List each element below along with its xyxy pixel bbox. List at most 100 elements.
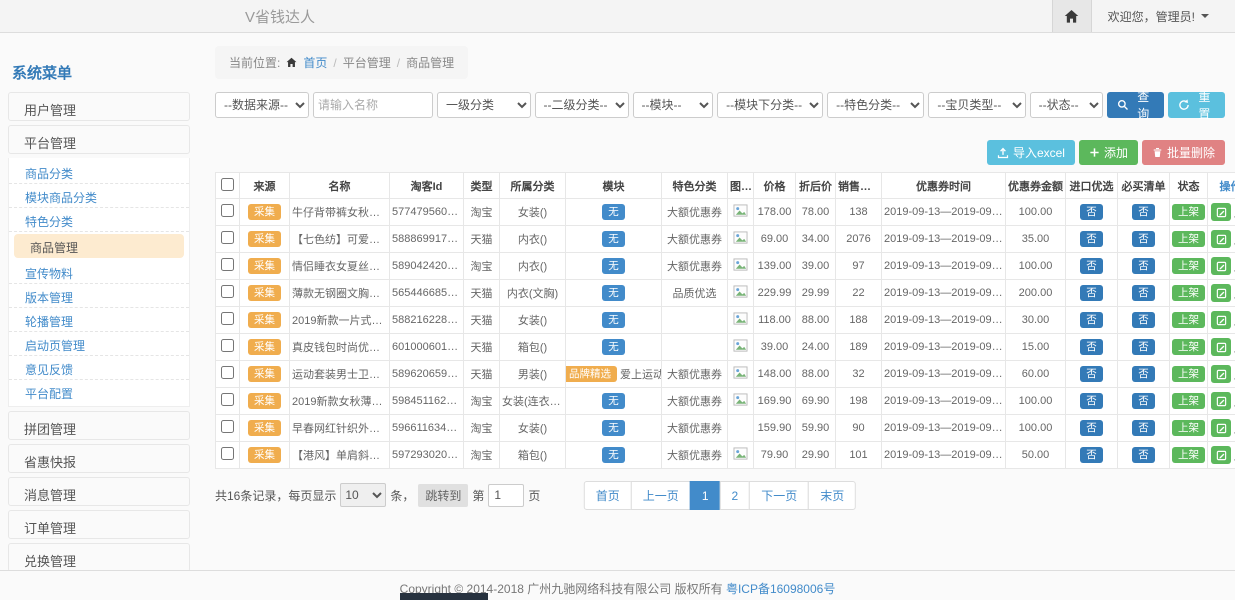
module-badge[interactable]: 无: [602, 204, 625, 221]
edit-button[interactable]: [1211, 419, 1231, 437]
import-excel-button[interactable]: 导入excel: [987, 140, 1075, 165]
row-checkbox[interactable]: [221, 339, 234, 352]
edit-button[interactable]: [1211, 284, 1231, 302]
status-button[interactable]: 上架: [1172, 312, 1205, 329]
filter-feature-select[interactable]: --特色分类--: [827, 92, 924, 118]
must-buy-toggle[interactable]: 否: [1132, 339, 1155, 356]
must-buy-toggle[interactable]: 否: [1132, 366, 1155, 383]
edit-button[interactable]: [1211, 311, 1231, 329]
status-button[interactable]: 上架: [1172, 339, 1205, 356]
edit-button[interactable]: [1211, 392, 1231, 410]
row-checkbox[interactable]: [221, 231, 234, 244]
reset-button[interactable]: 重置: [1168, 92, 1225, 118]
import-select-toggle[interactable]: 否: [1080, 258, 1103, 275]
must-buy-toggle[interactable]: 否: [1132, 447, 1155, 464]
module-badge[interactable]: 品牌精选: [566, 366, 618, 383]
sidebar-item-user-mgmt[interactable]: 用户管理: [8, 92, 190, 121]
row-checkbox[interactable]: [221, 285, 234, 298]
sidebar-item-goods-mgmt[interactable]: 商品管理: [14, 234, 184, 258]
pager-button-末页[interactable]: 末页: [808, 481, 856, 510]
module-badge[interactable]: 无: [602, 420, 625, 437]
status-button[interactable]: 上架: [1172, 447, 1205, 464]
status-button[interactable]: 上架: [1172, 204, 1205, 221]
sidebar-item-order-mgmt[interactable]: 订单管理: [8, 510, 190, 539]
jump-page-input[interactable]: [488, 484, 524, 507]
status-button[interactable]: 上架: [1172, 285, 1205, 302]
import-select-toggle[interactable]: 否: [1080, 339, 1103, 356]
sidebar-item-goods-category[interactable]: 商品分类: [9, 160, 189, 184]
row-checkbox[interactable]: [221, 447, 234, 460]
sidebar-item-feedback[interactable]: 意见反馈: [9, 356, 189, 380]
user-menu[interactable]: 欢迎您，管理员!: [1108, 8, 1209, 25]
jump-button[interactable]: 跳转到: [418, 484, 468, 507]
row-checkbox[interactable]: [221, 393, 234, 406]
sidebar-item-exchange-mgmt[interactable]: 兑换管理: [8, 543, 190, 572]
import-select-toggle[interactable]: 否: [1080, 366, 1103, 383]
filter-module-sub-select[interactable]: --模块下分类--: [717, 92, 823, 118]
import-select-toggle[interactable]: 否: [1080, 204, 1103, 221]
select-all-checkbox[interactable]: [221, 178, 234, 191]
filter-status-select[interactable]: --状态--: [1030, 92, 1103, 118]
edit-button[interactable]: [1211, 365, 1231, 383]
edit-button[interactable]: [1211, 338, 1231, 356]
pager-button-上一页[interactable]: 上一页: [631, 481, 691, 510]
must-buy-toggle[interactable]: 否: [1132, 312, 1155, 329]
edit-button[interactable]: [1211, 203, 1231, 221]
row-checkbox[interactable]: [221, 420, 234, 433]
status-button[interactable]: 上架: [1172, 231, 1205, 248]
edit-button[interactable]: [1211, 230, 1231, 248]
pager-button-首页[interactable]: 首页: [584, 481, 632, 510]
must-buy-toggle[interactable]: 否: [1132, 420, 1155, 437]
sidebar-item-promo-material[interactable]: 宣传物料: [9, 260, 189, 284]
sidebar-item-savings-express[interactable]: 省惠快报: [8, 444, 190, 473]
module-badge[interactable]: 无: [602, 258, 625, 275]
status-button[interactable]: 上架: [1172, 420, 1205, 437]
filter-level1-select[interactable]: 一级分类: [437, 92, 531, 118]
breadcrumb-item[interactable]: 首页: [303, 54, 327, 71]
module-badge[interactable]: 无: [602, 447, 625, 464]
filter-module-select[interactable]: --模块--: [633, 92, 714, 118]
sidebar-item-carousel-mgmt[interactable]: 轮播管理: [9, 308, 189, 332]
sidebar-item-group-buy-mgmt[interactable]: 拼团管理: [8, 411, 190, 440]
pager-button-1[interactable]: 1: [690, 481, 721, 510]
sidebar-item-feature-category[interactable]: 特色分类: [9, 208, 189, 232]
sidebar-item-version-mgmt[interactable]: 版本管理: [9, 284, 189, 308]
import-select-toggle[interactable]: 否: [1080, 285, 1103, 302]
batch-delete-button[interactable]: 批量删除: [1142, 140, 1225, 165]
filter-name-input[interactable]: [313, 92, 433, 118]
must-buy-toggle[interactable]: 否: [1132, 393, 1155, 410]
module-badge[interactable]: 无: [602, 393, 625, 410]
icp-link[interactable]: 粤ICP备16098006号: [726, 582, 835, 596]
edit-button[interactable]: [1211, 257, 1231, 275]
module-badge[interactable]: 无: [602, 231, 625, 248]
import-select-toggle[interactable]: 否: [1080, 231, 1103, 248]
must-buy-toggle[interactable]: 否: [1132, 231, 1155, 248]
import-select-toggle[interactable]: 否: [1080, 420, 1103, 437]
add-button[interactable]: 添加: [1079, 140, 1138, 165]
filter-source-select[interactable]: --数据来源--: [215, 92, 309, 118]
must-buy-toggle[interactable]: 否: [1132, 258, 1155, 275]
import-select-toggle[interactable]: 否: [1080, 393, 1103, 410]
edit-button[interactable]: [1211, 446, 1231, 464]
sidebar-item-module-goods-category[interactable]: 模块商品分类: [9, 184, 189, 208]
row-checkbox[interactable]: [221, 312, 234, 325]
row-checkbox[interactable]: [221, 258, 234, 271]
module-badge[interactable]: 无: [602, 312, 625, 329]
must-buy-toggle[interactable]: 否: [1132, 204, 1155, 221]
home-button[interactable]: [1052, 0, 1092, 32]
sidebar-item-platform-config[interactable]: 平台配置: [9, 380, 189, 404]
pager-button-下一页[interactable]: 下一页: [749, 481, 809, 510]
import-select-toggle[interactable]: 否: [1080, 312, 1103, 329]
module-badge[interactable]: 无: [602, 339, 625, 356]
row-checkbox[interactable]: [221, 366, 234, 379]
sidebar-item-message-mgmt[interactable]: 消息管理: [8, 477, 190, 506]
module-badge[interactable]: 无: [602, 285, 625, 302]
filter-item-type-select[interactable]: --宝贝类型--: [928, 92, 1025, 118]
status-button[interactable]: 上架: [1172, 366, 1205, 383]
sidebar-item-platform-mgmt[interactable]: 平台管理: [8, 125, 190, 154]
search-button[interactable]: 查询: [1107, 92, 1164, 118]
row-checkbox[interactable]: [221, 204, 234, 217]
filter-level2-select[interactable]: --二级分类--: [535, 92, 629, 118]
pager-button-2[interactable]: 2: [720, 481, 751, 510]
must-buy-toggle[interactable]: 否: [1132, 285, 1155, 302]
